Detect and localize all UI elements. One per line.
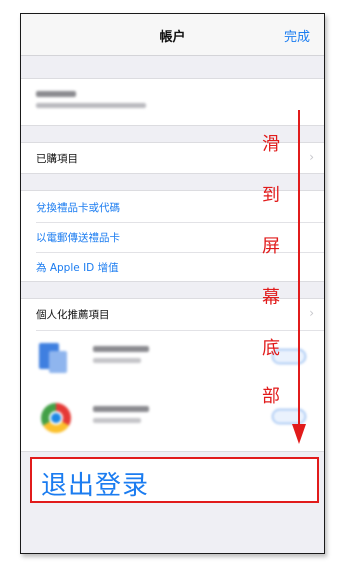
chrome-app-icon <box>41 403 71 433</box>
redeem-link[interactable]: 兌換禮品卡或代碼 <box>36 200 120 215</box>
navigation-bar: 帳户 完成 <box>21 14 324 56</box>
scroll-hint-char: 滑 <box>262 134 280 155</box>
chevron-right-icon: › <box>309 306 314 320</box>
app-subtitle-redacted <box>93 418 141 423</box>
account-group[interactable] <box>21 78 324 126</box>
app-name-redacted <box>93 406 149 412</box>
scroll-hint-char: 到 <box>262 185 280 206</box>
scroll-hint-char: 底 <box>262 338 280 359</box>
personalized-group: 個人化推薦項目 › <box>21 298 324 452</box>
scroll-hint-char: 部 <box>262 386 280 407</box>
account-name-redacted <box>36 91 76 97</box>
scroll-hint-char: 幕 <box>262 287 280 308</box>
app-name-redacted <box>93 346 149 352</box>
send-gift-card-link[interactable]: 以電郵傳送禮品卡 <box>36 230 120 245</box>
divider <box>36 330 324 331</box>
sign-out-label: 退出登录 <box>41 471 150 501</box>
arrow-down-icon <box>292 424 306 444</box>
google-docs-app-icon <box>39 343 69 373</box>
app-get-button[interactable] <box>272 409 306 424</box>
page-title: 帳户 <box>159 30 186 45</box>
account-email-redacted <box>36 103 146 108</box>
scroll-hint-char: 屏 <box>262 236 280 257</box>
purchased-label: 已購項目 <box>36 153 78 165</box>
app-subtitle-redacted <box>93 358 141 363</box>
scroll-arrow <box>298 110 300 426</box>
done-button[interactable]: 完成 <box>284 26 310 45</box>
personalized-label: 個人化推薦項目 <box>36 309 110 321</box>
sign-out-button[interactable]: 退出登录 <box>30 457 319 503</box>
chevron-right-icon: › <box>309 150 314 164</box>
add-funds-link[interactable]: 為 Apple ID 增值 <box>36 260 119 275</box>
